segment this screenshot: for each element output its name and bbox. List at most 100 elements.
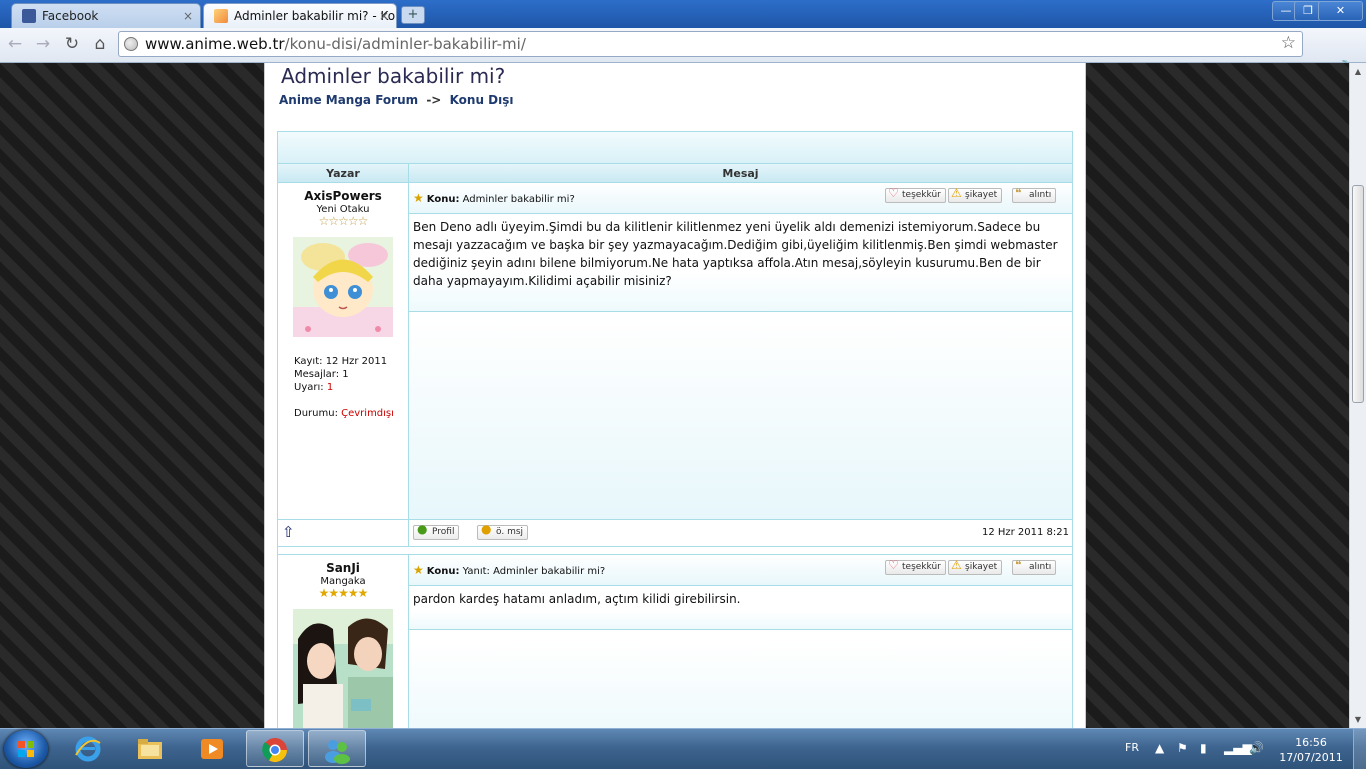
topic-star-icon: ★	[413, 191, 424, 205]
post-subject: ★ Konu: Adminler bakabilir mi?	[413, 191, 575, 205]
messenger-icon	[325, 740, 350, 764]
thanks-label: teşekkür	[902, 190, 941, 200]
clock-time: 16:56	[1295, 736, 1327, 749]
profile-icon: ●	[417, 522, 428, 536]
forward-button[interactable]: →	[32, 33, 54, 55]
thanks-button[interactable]: ♡ teşekkür	[885, 186, 946, 203]
taskbar-internet-explorer[interactable]	[60, 730, 118, 767]
thanks-button[interactable]: ♡ teşekkür	[885, 558, 946, 575]
facebook-favicon-icon	[22, 9, 36, 23]
subject-label: Konu:	[426, 566, 460, 577]
breadcrumb-separator: ->	[426, 93, 442, 107]
private-message-button[interactable]: ● ö. msj	[477, 522, 529, 540]
post-separator	[278, 546, 1072, 555]
quote-label: alıntı	[1029, 190, 1052, 200]
topic-star-icon: ★	[413, 563, 424, 577]
pm-icon: ●	[481, 522, 492, 536]
browser-tab-bar: Facebook × Adminler bakabilir mi? - Ko ×…	[0, 0, 1366, 28]
report-label: şikayet	[965, 190, 998, 200]
profile-label: Profil	[432, 527, 455, 537]
warnings-label: Uyarı:	[294, 382, 324, 393]
language-indicator[interactable]: FR	[1125, 741, 1139, 754]
home-button[interactable]: ⌂	[89, 33, 111, 55]
folder-icon	[138, 739, 162, 759]
avatar	[293, 237, 393, 337]
report-button[interactable]: ⚠ şikayet	[948, 558, 1003, 575]
page-title: Adminler bakabilir mi?	[281, 64, 506, 88]
scroll-thumb[interactable]	[1352, 185, 1364, 403]
column-divider	[408, 520, 409, 546]
tab-adminler[interactable]: Adminler bakabilir mi? - Ko ×	[203, 3, 397, 28]
network-signal-icon[interactable]: ▂▄▆	[1224, 741, 1252, 755]
report-button[interactable]: ⚠ şikayet	[948, 187, 1003, 203]
registered-label: Kayıt:	[294, 356, 323, 367]
power-icon[interactable]: ▮	[1200, 741, 1207, 755]
reload-button[interactable]: ↻	[61, 33, 83, 55]
author-info: Kayıt: 12 Hzr 2011 Mesajlar: 1 Uyarı: 1 …	[294, 355, 408, 420]
warning-icon: ⚠	[951, 558, 962, 572]
author-column-header: Yazar	[278, 163, 409, 183]
rank-stars-icon: ☆☆☆☆☆	[318, 214, 369, 228]
quote-button[interactable]: ❝ alıntı	[1012, 187, 1057, 203]
bookmark-star-icon[interactable]: ☆	[1281, 33, 1296, 53]
status-label: Durumu:	[294, 408, 338, 419]
back-button[interactable]: ←	[4, 33, 26, 55]
taskbar-media-player[interactable]	[184, 730, 242, 767]
profile-button[interactable]: ● Profil	[413, 522, 460, 540]
pm-label: ö. msj	[496, 527, 524, 537]
address-bar[interactable]: www.anime.web.tr/konu-disi/adminler-baka…	[118, 31, 1303, 57]
post-footer: ⇧ ● Profil ● ö. msj 12 Hzr 2011 8:21	[278, 519, 1072, 547]
avatar-image	[293, 237, 393, 337]
tab-close-icon[interactable]: ×	[183, 4, 193, 28]
close-window-button[interactable]: ✕	[1318, 1, 1363, 21]
thanks-label: teşekkür	[902, 562, 941, 572]
post-author-panel: SanJi Mangaka ★★★★★	[278, 561, 408, 728]
new-tab-button[interactable]: +	[401, 6, 425, 24]
heart-icon: ♡	[888, 186, 899, 200]
post-table: Yazar Mesaj AxisPowers Yeni Otaku ☆☆☆☆☆	[277, 131, 1073, 728]
avatar-image	[293, 609, 393, 728]
url-text[interactable]: www.anime.web.tr/konu-disi/adminler-baka…	[145, 32, 526, 56]
post-body: Ben Deno adlı üyeyim.Şimdi bu da kilitle…	[409, 214, 1072, 312]
scroll-up-icon[interactable]: ▲	[1350, 63, 1366, 80]
tab-title: Adminler bakabilir mi? - Ko	[234, 9, 396, 23]
taskbar-chrome[interactable]	[246, 730, 304, 767]
post-body: pardon kardeş hatamı anladım, açtım kili…	[409, 586, 1072, 630]
tab-title: Facebook	[42, 9, 99, 23]
tab-facebook[interactable]: Facebook ×	[11, 3, 201, 28]
tab-close-icon[interactable]: ×	[379, 4, 389, 28]
forum-content: Adminler bakabilir mi? Anime Manga Forum…	[264, 63, 1086, 728]
show-hidden-icons-icon[interactable]: ▲	[1155, 741, 1164, 755]
author-name[interactable]: AxisPowers	[278, 189, 408, 203]
post-subject: ★ Konu: Yanıt: Adminler bakabilir mi?	[413, 563, 605, 577]
avatar	[293, 609, 393, 728]
anime-favicon-icon	[214, 9, 228, 23]
system-clock[interactable]: 16:56 17/07/2011	[1276, 735, 1346, 765]
warnings-value: 1	[326, 382, 334, 393]
taskbar-explorer[interactable]	[122, 730, 180, 767]
subject-text: Adminler bakabilir mi?	[462, 194, 575, 205]
scroll-down-icon[interactable]: ▼	[1350, 711, 1366, 728]
breadcrumb-forum-link[interactable]: Anime Manga Forum	[279, 93, 418, 107]
media-player-icon	[201, 739, 223, 759]
author-name[interactable]: SanJi	[278, 561, 408, 575]
chrome-icon	[262, 738, 287, 763]
subject-text: Yanıt: Adminler bakabilir mi?	[462, 566, 606, 577]
show-desktop-button[interactable]	[1353, 729, 1366, 769]
start-button[interactable]	[4, 730, 48, 768]
quote-button[interactable]: ❝ alıntı	[1012, 559, 1057, 575]
volume-icon[interactable]: 🔊	[1249, 741, 1264, 755]
windows-taskbar: FR ▲ ⚑ ▮ ▂▄▆ 🔊 16:56 17/07/2011	[0, 728, 1366, 769]
taskbar-messenger[interactable]	[308, 730, 366, 767]
breadcrumb-section-link[interactable]: Konu Dışı	[450, 93, 514, 107]
messages-label: Mesajlar:	[294, 369, 340, 380]
globe-icon	[124, 37, 138, 51]
clock-date: 17/07/2011	[1279, 751, 1343, 764]
quote-label: alıntı	[1029, 562, 1052, 572]
browser-toolbar: ← → ↻ ⌂ www.anime.web.tr/konu-disi/admin…	[0, 28, 1366, 81]
page-scrollbar[interactable]: ▲ ▼	[1349, 63, 1366, 728]
up-arrow-icon[interactable]: ⇧	[282, 523, 295, 541]
post-author-panel: AxisPowers Yeni Otaku ☆☆☆☆☆ Kayıt: 12 Hz…	[278, 189, 408, 420]
heart-icon: ♡	[888, 558, 899, 572]
action-center-flag-icon[interactable]: ⚑	[1177, 741, 1188, 755]
